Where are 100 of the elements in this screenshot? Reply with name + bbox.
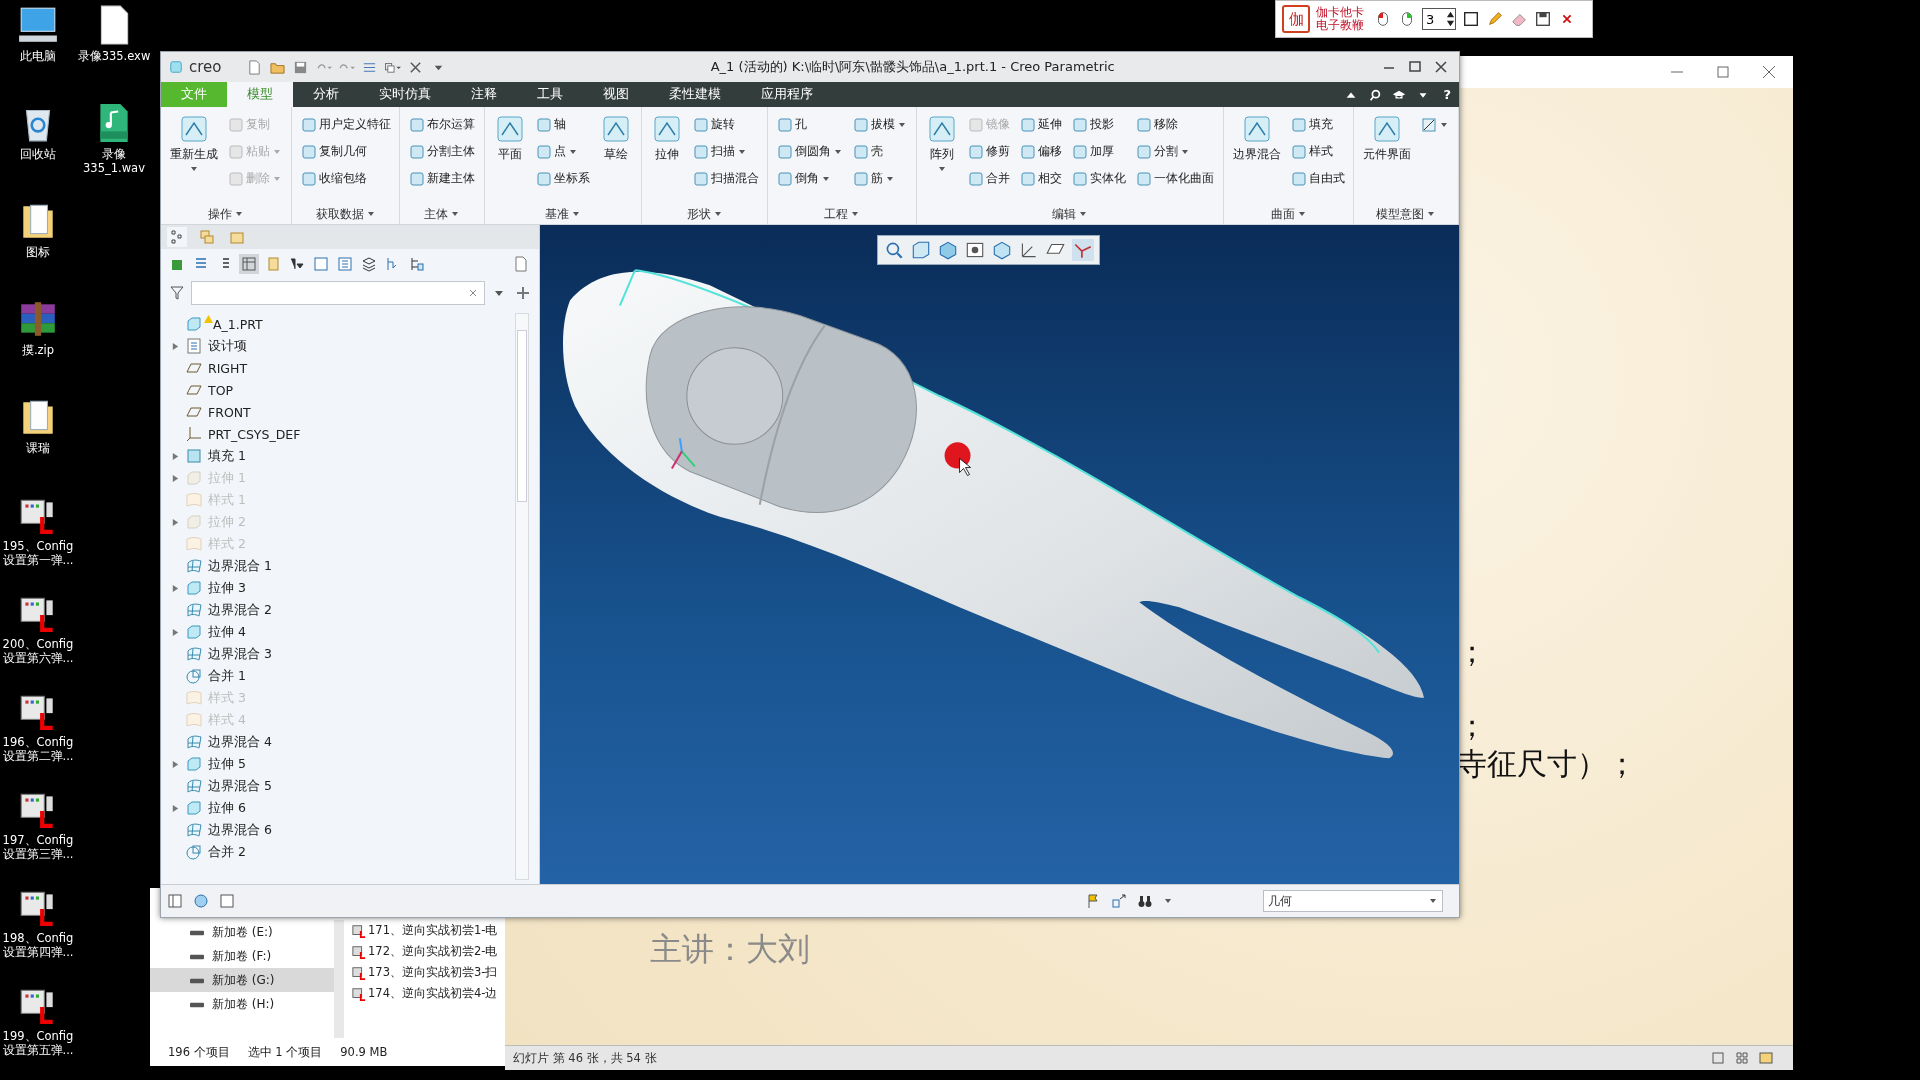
sketch-lines-icon[interactable] <box>1072 239 1094 261</box>
tree-item[interactable]: A_1.PRT <box>161 313 515 335</box>
tree-item[interactable]: RIGHT <box>161 357 515 379</box>
ribbon-group-menu[interactable]: 编辑 <box>919 204 1221 224</box>
tree-item[interactable]: 拉伸 5 <box>161 753 515 775</box>
cube-icon[interactable] <box>937 239 959 261</box>
panel-icon[interactable] <box>167 893 183 909</box>
drive-item[interactable]: 新加卷 (F:) <box>150 944 334 968</box>
ribbon-button[interactable]: 边界混合 <box>1230 111 1283 164</box>
drive-item[interactable]: 新加卷 (G:) <box>150 968 334 992</box>
tree-item[interactable]: TOP <box>161 379 515 401</box>
ribbon-button[interactable]: 重新生成 <box>167 111 220 176</box>
ribbon-group-menu[interactable]: 操作 <box>163 204 289 224</box>
tree-item[interactable]: FRONT <box>161 401 515 423</box>
ribbon-button[interactable]: 平面 <box>491 111 528 164</box>
desktop-shortcut[interactable]: 回收站 <box>0 102 76 200</box>
desktop-shortcut[interactable]: 198、Config 设置第四弹... <box>0 886 76 984</box>
square-icon[interactable] <box>1462 10 1480 28</box>
ribbon-tab[interactable]: 实时仿真 <box>359 82 451 107</box>
scrollbar[interactable] <box>515 313 529 880</box>
tree-item[interactable]: 边界混合 3 <box>161 643 515 665</box>
ribbon-group-menu[interactable]: 工程 <box>770 204 915 224</box>
tree-item[interactable]: 填充 1 <box>161 445 515 467</box>
ribbon-button[interactable]: 合并 <box>965 165 1012 192</box>
help-button[interactable]: ? <box>1443 87 1451 102</box>
spin-arrows-icon[interactable] <box>1446 10 1455 28</box>
ribbon-button[interactable]: 元件界面 <box>1361 111 1414 164</box>
desktop-shortcut[interactable]: 200、Config 设置第六弹... <box>0 592 76 690</box>
ribbon-button[interactable]: 坐标系 <box>533 165 592 192</box>
binoculars-icon[interactable] <box>1137 893 1153 909</box>
part-model-drawing[interactable] <box>563 269 1425 759</box>
save-icon[interactable] <box>1534 10 1552 28</box>
ribbon-button[interactable]: 投影 <box>1069 111 1128 138</box>
desktop-shortcut[interactable]: 录像 335_1.wav <box>76 102 152 200</box>
desktop-shortcut[interactable]: 196、Config 设置第二弹... <box>0 690 76 788</box>
tree-item[interactable]: 边界混合 2 <box>161 599 515 621</box>
selection-filter-dropdown[interactable]: 几何 <box>1263 890 1443 912</box>
desktop-shortcut[interactable]: 摸.zip <box>0 298 76 396</box>
ribbon-button[interactable]: 草绘 <box>597 111 634 164</box>
ribbon-button[interactable]: 移除 <box>1133 111 1216 138</box>
ribbon-button[interactable]: 孔 <box>775 111 846 138</box>
ribbon-tab[interactable]: 模型 <box>227 82 293 107</box>
ribbon-tab[interactable]: 应用程序 <box>741 82 833 107</box>
ribbon-button[interactable]: 壳 <box>851 138 910 165</box>
flag-icon[interactable] <box>1085 893 1101 909</box>
desktop-shortcut[interactable]: 此电脑 <box>0 4 76 102</box>
ribbon-group-menu[interactable]: 主体 <box>402 204 482 224</box>
ribbon-tab[interactable]: 注释 <box>451 82 517 107</box>
tree-item[interactable]: 设计项 <box>161 335 515 357</box>
expand-arrow-icon[interactable] <box>171 451 180 461</box>
desktop-shortcut[interactable]: 197、Config 设置第三弹... <box>0 788 76 886</box>
search-field[interactable] <box>191 281 485 305</box>
tree-item[interactable]: 边界混合 4 <box>161 731 515 753</box>
notes-icon[interactable] <box>1711 1051 1725 1065</box>
search-icon[interactable] <box>1368 87 1383 102</box>
ribbon-tab[interactable]: 工具 <box>517 82 583 107</box>
tree-item[interactable]: 边界混合 5 <box>161 775 515 797</box>
tree-item[interactable]: 拉伸 6 <box>161 797 515 819</box>
arrows-icon[interactable] <box>1111 893 1127 909</box>
ribbon-button[interactable]: 新建主体 <box>407 165 478 192</box>
tree-item[interactable]: 合并 2 <box>161 841 515 863</box>
grid-icon[interactable] <box>1735 1051 1749 1065</box>
expand-arrow-icon[interactable] <box>171 583 180 593</box>
drive-item[interactable]: 新加卷 (E:) <box>150 920 334 944</box>
expand-arrow-icon[interactable] <box>171 627 180 637</box>
tree-item[interactable]: 边界混合 1 <box>161 555 515 577</box>
ribbon-button[interactable]: 阵列 <box>923 111 960 176</box>
ribbon-tab[interactable]: 视图 <box>583 82 649 107</box>
ribbon-button[interactable]: 填充 <box>1288 111 1347 138</box>
desktop-shortcut[interactable]: 195、Config 设置第一弹... <box>0 494 76 592</box>
ribbon-button[interactable]: 扫描 <box>690 138 761 165</box>
line-width-field[interactable]: 3 <box>1422 8 1456 30</box>
tree-icon[interactable] <box>167 227 187 247</box>
ribbon-button[interactable]: 复制几何 <box>298 138 393 165</box>
ribbon-button[interactable]: 筋 <box>851 165 910 192</box>
ribbon-group-menu[interactable]: 模型意图 <box>1356 204 1457 224</box>
ribbon-button[interactable]: 拔模 <box>851 111 910 138</box>
scrollbar[interactable] <box>334 920 344 1038</box>
pencil-icon[interactable] <box>1486 10 1504 28</box>
ribbon-tab[interactable]: 柔性建模 <box>649 82 741 107</box>
ribbon-button[interactable]: 实体化 <box>1069 165 1128 192</box>
expand-arrow-icon[interactable] <box>171 759 180 769</box>
ribbon-button[interactable]: 点 <box>533 138 592 165</box>
tree-item[interactable]: 拉伸 3 <box>161 577 515 599</box>
ribbon-button[interactable]: 修剪 <box>965 138 1012 165</box>
cube-icon[interactable] <box>991 239 1013 261</box>
ribbon-button[interactable]: 轴 <box>533 111 592 138</box>
file-item[interactable]: 173、逆向实战初尝3-扫 <box>352 962 498 983</box>
ribbon-button[interactable]: 自由式 <box>1288 165 1347 192</box>
expand-arrow-icon[interactable] <box>171 473 180 483</box>
cube-icon[interactable] <box>910 239 932 261</box>
ribbon-button[interactable]: 拉伸 <box>648 111 685 164</box>
ribbon-button[interactable]: 一体化曲面 <box>1133 165 1216 192</box>
table-icon[interactable] <box>239 254 259 274</box>
expand-arrow-icon[interactable] <box>171 517 180 527</box>
ribbon-group-menu[interactable]: 形状 <box>643 204 766 224</box>
ribbon-button[interactable]: 分割主体 <box>407 138 478 165</box>
ribbon-button[interactable]: 布尔运算 <box>407 111 478 138</box>
expand-arrow-icon[interactable] <box>171 341 180 351</box>
tree-item[interactable]: 边界混合 6 <box>161 819 515 841</box>
